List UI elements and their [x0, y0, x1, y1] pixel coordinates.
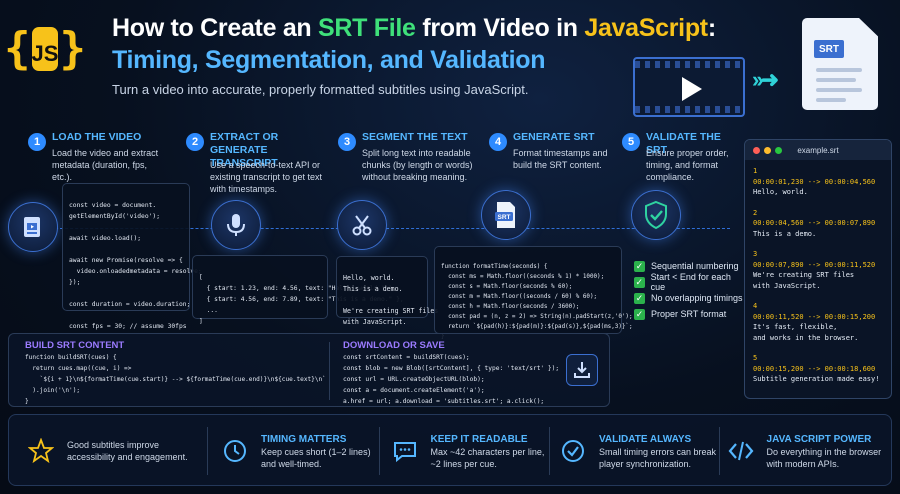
- step-number: 4: [489, 133, 507, 151]
- footer-tip: Good subtitles improve accessibility and…: [23, 415, 203, 487]
- transcript-code-block: [ { start: 1.23, end: 4.56, text: "Hello…: [192, 255, 404, 325]
- clock-icon: [217, 438, 253, 464]
- validation-checklist: ✓ Sequential numbering ✓ Start < End for e…: [634, 258, 744, 322]
- step1-code-block: const video = document. getElementById('v…: [62, 183, 202, 330]
- srt-file-icon: SRT: [802, 18, 878, 110]
- scissors-icon: [337, 200, 387, 250]
- download-title: DOWNLOAD OR SAVE: [343, 340, 445, 351]
- play-icon: [682, 77, 702, 101]
- checkbox-checked-icon: ✓: [634, 260, 645, 272]
- shield-check-icon: [631, 190, 681, 240]
- srt-cue: 3 00:00:07,890 --> 00:00:11,520 We're cr…: [753, 250, 876, 290]
- check-circle-icon: [555, 438, 591, 464]
- panel-divider: [329, 342, 330, 400]
- srt-file-icon: SRT: [481, 190, 531, 240]
- page-subtitle: Turn a video into accurate, properly for…: [112, 82, 529, 97]
- step-title: GENERATE SRT: [513, 131, 595, 143]
- footer-tip: VALIDATE ALWAYS Small timing errors can …: [555, 415, 719, 487]
- checklist-item: ✓ Proper SRT format: [634, 308, 727, 320]
- step-number: 5: [622, 133, 640, 151]
- build-title: BUILD SRT CONTENT: [25, 340, 125, 351]
- download-icon: [566, 354, 598, 386]
- srt-cue: 5 00:00:15,200 --> 00:00:18,600 Subtitle…: [753, 354, 880, 383]
- step-description: Use a speech-to-text API or existing tra…: [210, 160, 323, 194]
- srt-cue: 4 00:00:11,520 --> 00:00:15,200 It's fas…: [753, 302, 876, 342]
- video-file-icon: [8, 202, 58, 252]
- build-download-panel: BUILD SRT CONTENT function buildSRT(cues…: [8, 333, 610, 407]
- srt-content: 1 00:00:01,230 --> 00:00:04,560 Hello, w…: [745, 160, 891, 398]
- checklist-item: ✓ Start < End for each cue: [634, 272, 731, 292]
- download-code: const srtContent = buildSRT(cues); const …: [343, 354, 560, 405]
- checkbox-checked-icon: ✓: [634, 276, 645, 288]
- chat-bubble-icon: [387, 438, 423, 464]
- checkbox-checked-icon: ✓: [634, 292, 645, 304]
- window-filename: example.srt: [797, 145, 839, 155]
- page-title-line2: Timing, Segmentation, and Validation: [112, 46, 546, 74]
- window-titlebar: example.srt: [745, 140, 891, 160]
- page-title: How to Create an SRT File from Video in …: [112, 14, 716, 42]
- step-number: 3: [338, 133, 356, 151]
- video-film-icon: [633, 57, 745, 117]
- step-description: Ensure proper order, timing, and format …: [646, 148, 729, 182]
- javascript-logo: { JS }: [4, 23, 86, 74]
- js-badge: JS: [31, 27, 59, 71]
- arrow-right-icon: ››➜: [752, 67, 779, 92]
- segmented-text-block: Hello, world. This is a demo. We're creat…: [336, 256, 438, 326]
- step-description: Format timestamps and build the SRT cont…: [513, 148, 608, 170]
- step-description: Split long text into readable chunks (by…: [362, 148, 473, 182]
- microphone-icon: [211, 200, 261, 250]
- step-number: 1: [28, 133, 46, 151]
- svg-text:SRT: SRT: [498, 214, 511, 221]
- step-title: SEGMENT THE TEXT: [362, 131, 468, 143]
- star-icon: [23, 438, 59, 464]
- example-srt-window: example.srt 1 00:00:01,230 --> 00:00:04,…: [744, 139, 892, 399]
- footer-tip: JAVA SCRIPT POWER Do everything in the b…: [723, 415, 889, 487]
- srt-cue: 2 00:00:04,560 --> 00:00:07,890 This is …: [753, 208, 876, 238]
- code-brackets-icon: [723, 438, 759, 464]
- step-title: LOAD THE VIDEO: [52, 131, 142, 143]
- format-time-code-block: function formatTime(seconds) { const ms …: [434, 246, 633, 340]
- step-number: 2: [186, 133, 204, 151]
- tips-footer: Good subtitles improve accessibility and…: [8, 414, 892, 486]
- footer-tip: TIMING MATTERS Keep cues short (1–2 line…: [217, 415, 385, 487]
- step-description: Load the video and extract metadata (dur…: [52, 148, 159, 182]
- checklist-item: ✓ No overlapping timings: [634, 292, 743, 304]
- build-srt-code: function buildSRT(cues) { return cues.ma…: [25, 354, 326, 405]
- checkbox-checked-icon: ✓: [634, 308, 645, 320]
- srt-cue: 1 00:00:01,230 --> 00:00:04,560 Hello, w…: [753, 167, 876, 196]
- footer-tip: KEEP IT READABLE Max ~42 characters per …: [387, 415, 547, 487]
